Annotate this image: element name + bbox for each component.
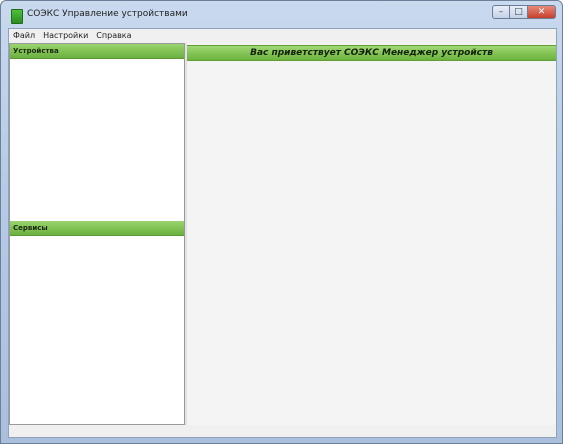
app-icon: [11, 9, 23, 24]
app-window: СОЭКС Управление устройствами – □ ✕ Файл…: [0, 0, 563, 444]
menu-help[interactable]: Справка: [92, 29, 135, 43]
window-title: СОЭКС Управление устройствами: [27, 9, 188, 19]
client-area: Файл Настройки Справка Устройства Сервис…: [8, 28, 557, 438]
minimize-button[interactable]: –: [492, 5, 510, 19]
device-list[interactable]: [10, 59, 184, 220]
title-bar[interactable]: СОЭКС Управление устройствами – □ ✕: [1, 1, 562, 27]
menu-file[interactable]: Файл: [9, 29, 39, 43]
services-header: Сервисы: [10, 221, 184, 236]
status-bar: [9, 425, 556, 437]
welcome-banner: Вас приветствует СОЭКС Менеджер устройст…: [187, 45, 556, 61]
close-button[interactable]: ✕: [528, 5, 556, 19]
maximize-button[interactable]: □: [510, 5, 528, 19]
service-list[interactable]: [10, 236, 184, 424]
menu-bar: Файл Настройки Справка: [9, 29, 556, 43]
devices-header: Устройства: [10, 44, 184, 59]
menu-settings[interactable]: Настройки: [39, 29, 92, 43]
window-controls: – □ ✕: [492, 5, 556, 19]
main-panel: Вас приветствует СОЭКС Менеджер устройст…: [187, 43, 556, 437]
left-panel: Устройства Сервисы: [9, 43, 185, 425]
